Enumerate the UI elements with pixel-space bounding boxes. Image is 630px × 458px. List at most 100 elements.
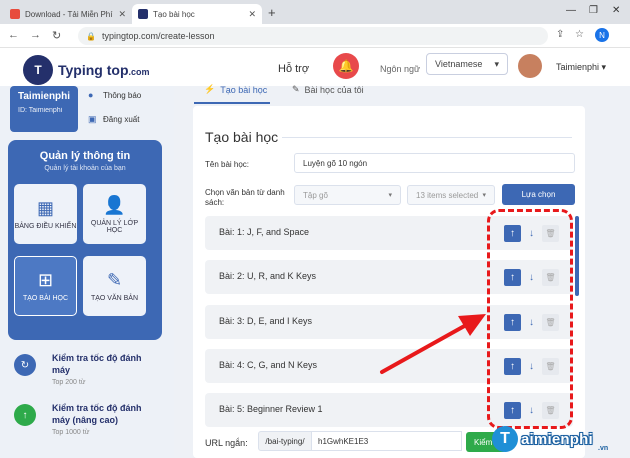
test-subtitle: Top 1000 từ <box>52 429 90 436</box>
logout-icon: ▣ <box>88 114 97 124</box>
logo-text[interactable]: Typing top.com <box>58 62 150 78</box>
short-url-label: URL ngắn: <box>205 438 248 448</box>
speedometer-icon: ↻ <box>14 354 36 376</box>
maximize-icon[interactable]: ❐ <box>589 5 598 16</box>
tile-label: QUẢN LÝ LỚP HỌC <box>90 219 139 234</box>
chevron-down-icon: ▾ <box>601 62 607 72</box>
address-bar-row: ← → ↻ 🔒 typingtop.com/create-lesson ⇪ ☆ <box>0 24 630 48</box>
user-name: Taimienphi <box>556 62 600 72</box>
tile-dashboard[interactable]: ▦ BẢNG ĐIỀU KHIỂN <box>14 184 77 244</box>
browser-tab-bar: Download - Tải Miễn Phí VN - Ph... ✕ Tạo… <box>0 0 630 24</box>
tab-create-lesson[interactable]: ⚡ Tạo bài học <box>204 84 267 95</box>
browser-tab-download[interactable]: Download - Tải Miễn Phí VN - Ph... ✕ <box>4 4 132 24</box>
close-tab-icon[interactable]: ✕ <box>118 9 126 20</box>
user-menu[interactable]: Taimienphi ▾ <box>556 62 606 73</box>
management-title: Quản lý thông tin <box>39 150 131 162</box>
annotation-arrow-icon <box>380 314 486 374</box>
url-text: typingtop.com/create-lesson <box>101 31 215 41</box>
management-subtitle: Quản lý tài khoản của bạn <box>44 165 126 172</box>
back-icon[interactable]: ← <box>8 29 19 41</box>
dashboard-icon: ▦ <box>36 198 54 218</box>
test-subtitle: Top 200 từ <box>52 379 86 386</box>
list-scrollbar[interactable] <box>575 216 579 296</box>
tile-create-text[interactable]: ✎ TẠO VĂN BẢN <box>83 256 146 316</box>
logo-icon[interactable]: T <box>23 55 53 85</box>
lesson-title: Bài: 5: Beginner Review 1 <box>219 404 323 414</box>
forward-icon[interactable]: → <box>30 29 41 41</box>
support-link[interactable]: Hỗ trợ <box>278 63 309 75</box>
tab-label: Bài học của tôi <box>304 84 364 95</box>
text-set-select[interactable]: Tập gõ ▾ <box>294 185 401 205</box>
lesson-title: Bài: 4: C, G, and N Keys <box>219 360 318 370</box>
lesson-title: Bài: 3: D, E, and I Keys <box>219 316 313 326</box>
favicon-icon <box>10 9 20 19</box>
language-label: Ngôn ngữ <box>380 64 421 74</box>
star-icon[interactable]: ☆ <box>575 29 584 40</box>
browser-tab-label: Tạo bài học <box>153 9 195 19</box>
edit-icon: ✎ <box>292 84 300 94</box>
logo-suffix: .com <box>128 67 150 77</box>
page-title: Tạo bài học <box>205 129 279 145</box>
watermark-text: aimienphi <box>521 430 593 448</box>
create-lesson-icon: ⊞ <box>37 270 54 290</box>
short-url-prefix: /bai-typing/ <box>258 431 312 451</box>
new-tab-button[interactable]: + <box>268 5 276 20</box>
speed-test-link[interactable]: ↻ Kiểm tra tốc độ đánh máy Top 200 từ <box>14 352 164 392</box>
chevron-down-icon: ▾ <box>482 192 486 199</box>
advanced-speed-test-link[interactable]: ↑ Kiểm tra tốc độ đánh máy (nâng cao) To… <box>14 402 164 452</box>
user-card: Taimienphi ID: Taimienphi <box>10 86 78 132</box>
notifications-label: Thông báo <box>103 90 142 100</box>
text-set-placeholder: Tập gõ <box>303 190 328 200</box>
close-window-icon[interactable]: ✕ <box>612 5 620 16</box>
watermark-suffix: .vn <box>598 445 609 452</box>
test-title: Kiểm tra tốc độ đánh máy (nâng cao) <box>52 403 142 425</box>
tile-label: BẢNG ĐIỀU KHIỂN <box>14 223 77 230</box>
lesson-name-label: Tên bài học: <box>205 160 250 169</box>
arrow-up-icon: ↑ <box>14 404 36 426</box>
management-panel: Quản lý thông tin Quản lý tài khoản của … <box>8 140 162 340</box>
share-icon[interactable]: ⇪ <box>556 29 564 40</box>
logo-name: Typing top <box>58 62 129 78</box>
notification-icon: ● <box>88 90 94 100</box>
tab-label: Tạo bài học <box>220 84 268 95</box>
chevron-down-icon: ▾ <box>494 58 499 69</box>
tab-my-lessons[interactable]: ✎ Bài học của tôi <box>292 84 364 95</box>
choose-button[interactable]: Lựa chọn <box>502 184 575 205</box>
user-card-name: Taimienphi <box>18 91 71 102</box>
create-text-icon: ✎ <box>106 270 123 290</box>
short-url-input[interactable]: h1GwhKE1E3 <box>312 431 462 451</box>
tile-create-lesson[interactable]: ⊞ TẠO BÀI HỌC <box>14 256 77 316</box>
close-tab-icon[interactable]: ✕ <box>248 9 256 20</box>
test-title: Kiểm tra tốc độ đánh máy <box>52 353 142 375</box>
highlight-box <box>487 209 573 429</box>
logout-link[interactable]: ▣ Đăng xuất <box>88 114 139 124</box>
active-tab-indicator <box>194 102 270 104</box>
language-select[interactable]: Vietnamese ▾ <box>426 53 508 75</box>
watermark-logo-icon: T <box>492 426 518 452</box>
notifications-link[interactable]: ● Thông báo <box>88 90 141 100</box>
minimize-icon[interactable]: — <box>566 5 576 16</box>
class-manage-icon: 👤 <box>103 194 126 215</box>
user-card-id: ID: Taimienphi <box>18 107 63 114</box>
tile-label: TẠO VĂN BẢN <box>90 295 139 302</box>
title-divider <box>282 137 572 138</box>
reload-icon[interactable]: ↻ <box>52 29 61 42</box>
lesson-name-input[interactable]: Luyện gõ 10 ngón <box>294 153 575 173</box>
lesson-title: Bài: 1: J, F, and Space <box>219 227 310 237</box>
lesson-title: Bài: 2: U, R, and K Keys <box>219 271 317 281</box>
favicon-icon <box>138 9 148 19</box>
user-avatar[interactable] <box>518 54 542 78</box>
lightning-icon: ⚡ <box>204 84 216 94</box>
tile-label: TẠO BÀI HỌC <box>22 295 69 302</box>
bell-icon[interactable]: 🔔 <box>333 53 359 79</box>
items-multiselect[interactable]: 13 items selected ▾ <box>407 185 495 205</box>
browser-tab-active[interactable]: Tạo bài học ✕ <box>132 4 262 24</box>
watermark: T aimienphi .vn <box>492 420 630 458</box>
profile-avatar[interactable]: N <box>595 28 609 42</box>
url-input[interactable]: 🔒 typingtop.com/create-lesson <box>78 27 548 45</box>
language-value: Vietnamese <box>435 59 483 69</box>
chevron-down-icon: ▾ <box>388 192 392 199</box>
logout-label: Đăng xuất <box>103 114 140 124</box>
lock-icon: 🔒 <box>86 31 96 41</box>
tile-class-management[interactable]: 👤 QUẢN LÝ LỚP HỌC <box>83 184 146 244</box>
